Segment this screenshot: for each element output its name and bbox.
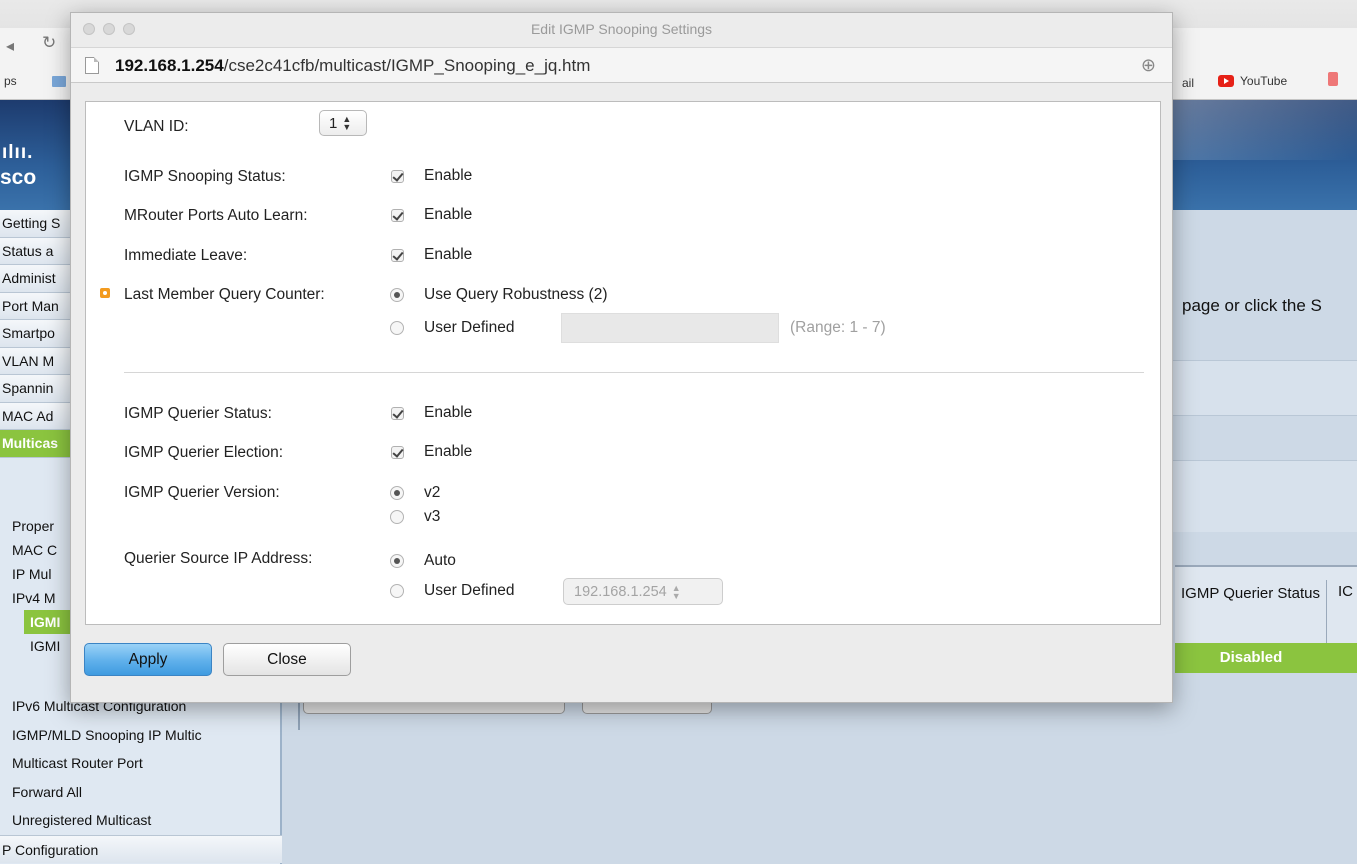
- querier-version-v2-label: v2: [424, 484, 441, 501]
- querier-election-label: IGMP Querier Election:: [124, 444, 284, 461]
- bookmark-youtube[interactable]: YouTube: [1218, 74, 1287, 88]
- querier-election-checkbox[interactable]: [391, 445, 404, 459]
- querier-version-v2-radio[interactable]: [390, 486, 404, 500]
- querier-status-cell: Disabled: [1219, 649, 1283, 666]
- query-robustness-radio[interactable]: [390, 288, 404, 302]
- dialog-url: 192.168.1.254/cse2c41cfb/multicast/IGMP_…: [115, 56, 590, 76]
- querier-election-enable-label: Enable: [424, 443, 473, 460]
- query-user-defined-option[interactable]: User Defined: [390, 319, 514, 337]
- querier-version-v3-option[interactable]: v3: [390, 508, 440, 526]
- sidebar-subitem-multicast-router-port[interactable]: Multicast Router Port: [0, 749, 282, 778]
- youtube-icon: [1218, 75, 1234, 87]
- dialog-url-bar[interactable]: 192.168.1.254/cse2c41cfb/multicast/IGMP_…: [71, 47, 1172, 83]
- section-divider: [124, 372, 1144, 373]
- sidebar-subitem-forward-all[interactable]: Forward All: [0, 778, 282, 807]
- bookmark-mail[interactable]: ail: [1182, 76, 1194, 90]
- mrouter-auto-learn-label: MRouter Ports Auto Learn:: [124, 207, 308, 224]
- bookmark-folder-icon[interactable]: [52, 76, 66, 87]
- querier-version-v3-radio[interactable]: [390, 510, 404, 524]
- bookmark-apps[interactable]: ps: [4, 74, 17, 88]
- document-icon: [85, 57, 99, 74]
- querier-status-checkbox[interactable]: [391, 406, 404, 420]
- bookmark-more-icon[interactable]: [1328, 72, 1338, 86]
- header-gloss: [1160, 100, 1357, 160]
- bookmark-youtube-label: YouTube: [1240, 74, 1288, 88]
- query-user-defined-radio[interactable]: [390, 321, 404, 335]
- sidebar-bottom-menu: IPv6 Multicast Configuration IGMP/MLD Sn…: [0, 692, 282, 863]
- immediate-leave-option[interactable]: Enable: [391, 246, 472, 264]
- info-text: page or click the S: [1182, 296, 1322, 315]
- cisco-logo-text: sco: [0, 166, 37, 189]
- snooping-status-checkbox[interactable]: [391, 169, 404, 183]
- querier-version-label: IGMP Querier Version:: [124, 484, 280, 501]
- source-ip-user-defined-option[interactable]: User Defined: [390, 582, 514, 600]
- query-user-defined-label: User Defined: [424, 319, 515, 336]
- mrouter-auto-learn-enable-label: Enable: [424, 206, 473, 223]
- vlan-id-value: 1: [329, 114, 338, 132]
- select-arrows-icon: ▲ ▼: [671, 582, 681, 601]
- dialog-titlebar[interactable]: Edit IGMP Snooping Settings: [71, 13, 1172, 47]
- table-header-querier-status: IGMP Querier Status: [1175, 580, 1327, 643]
- querier-status-enable-label: Enable: [424, 404, 473, 421]
- vlan-id-label: VLAN ID:: [124, 118, 189, 135]
- source-ip-user-defined-radio[interactable]: [390, 584, 404, 598]
- reload-icon[interactable]: ↻: [42, 33, 56, 53]
- query-counter-input[interactable]: [561, 313, 779, 343]
- mrouter-auto-learn-checkbox[interactable]: [391, 208, 404, 222]
- source-ip-user-defined-label: User Defined: [424, 582, 515, 599]
- snooping-status-enable-label: Enable: [424, 167, 473, 184]
- sidebar-subitem-igmp-mld-snooping[interactable]: IGMP/MLD Snooping IP Multic: [0, 721, 282, 750]
- dialog-title: Edit IGMP Snooping Settings: [530, 21, 713, 37]
- querier-election-option[interactable]: Enable: [391, 443, 472, 461]
- query-robustness-label: Use Query Robustness (2): [424, 286, 608, 303]
- sidebar-subitem-unregistered-multicast[interactable]: Unregistered Multicast: [0, 806, 282, 835]
- mrouter-auto-learn-option[interactable]: Enable: [391, 206, 472, 224]
- vlan-id-select[interactable]: 1 ▲ ▼: [319, 110, 367, 136]
- query-counter-range: (Range: 1 - 7): [790, 319, 886, 336]
- source-ip-auto-label: Auto: [424, 552, 456, 569]
- select-arrows-icon: ▲ ▼: [342, 114, 352, 132]
- snooping-status-label: IGMP Snooping Status:: [124, 168, 286, 185]
- querier-status-label: IGMP Querier Status:: [124, 405, 272, 422]
- source-ip-auto-option[interactable]: Auto: [390, 552, 456, 570]
- source-ip-select[interactable]: 192.168.1.254 ▲ ▼: [563, 578, 723, 605]
- source-ip-value: 192.168.1.254: [574, 583, 667, 600]
- immediate-leave-label: Immediate Leave:: [124, 247, 248, 264]
- last-member-query-label: Last Member Query Counter:: [124, 286, 325, 303]
- apply-button[interactable]: Apply: [84, 643, 212, 676]
- immediate-leave-checkbox[interactable]: [391, 248, 404, 262]
- snooping-status-option[interactable]: Enable: [391, 167, 472, 185]
- required-field-icon: [100, 288, 110, 298]
- immediate-leave-enable-label: Enable: [424, 246, 473, 263]
- source-ip-auto-radio[interactable]: [390, 554, 404, 568]
- close-button[interactable]: Close: [223, 643, 351, 676]
- querier-status-option[interactable]: Enable: [391, 404, 472, 422]
- querier-source-ip-label: Querier Source IP Address:: [124, 550, 313, 567]
- query-robustness-option[interactable]: Use Query Robustness (2): [390, 286, 608, 304]
- table-header-truncated: IC: [1338, 583, 1353, 600]
- sidebar-item-ip-configuration[interactable]: P Configuration: [0, 834, 282, 863]
- querier-version-v2-option[interactable]: v2: [390, 484, 440, 502]
- back-icon[interactable]: ◂: [6, 36, 14, 56]
- url-path: /cse2c41cfb/multicast/IGMP_Snooping_e_jq…: [223, 56, 591, 75]
- url-host: 192.168.1.254: [115, 56, 224, 75]
- zoom-icon[interactable]: ⊕: [1141, 55, 1156, 76]
- cisco-logo-bars: ılıı.: [2, 142, 34, 163]
- querier-version-v3-label: v3: [424, 508, 441, 525]
